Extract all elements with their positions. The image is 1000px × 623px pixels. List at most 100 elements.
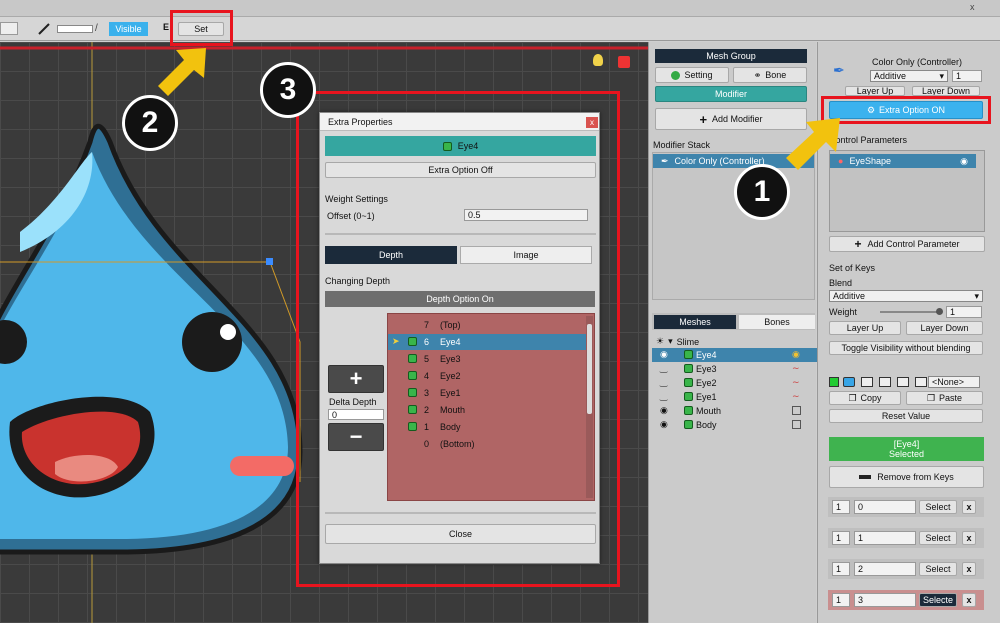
toolbar-dropdown[interactable]: [0, 22, 18, 35]
eyedropper-icon[interactable]: /: [95, 23, 105, 35]
tree-row-eye4[interactable]: ◉ Eye4 ◉: [652, 348, 828, 362]
layer-down-button[interactable]: Layer Down: [912, 86, 980, 96]
tree-root[interactable]: ☀ ▾ Slime: [656, 335, 806, 348]
bulb-icon[interactable]: [593, 54, 603, 66]
key-select-button[interactable]: Select: [919, 531, 957, 545]
tree-label: Eye2: [696, 378, 717, 388]
visible-button[interactable]: Visible: [109, 22, 148, 36]
eye-icon: ◉: [660, 405, 668, 415]
tab-bones[interactable]: Bones: [739, 315, 815, 329]
color-swatch[interactable]: [57, 25, 93, 33]
brush-icon[interactable]: [37, 22, 51, 36]
remove-from-keys-button[interactable]: Remove from Keys: [829, 466, 984, 488]
callout-2: 2: [122, 95, 178, 151]
setting-button[interactable]: Setting: [655, 67, 729, 83]
weight-field[interactable]: 1: [946, 306, 982, 318]
paste-button[interactable]: ❐ Paste: [906, 391, 983, 405]
setting-icon: [671, 70, 681, 80]
modifier-label: Modifier: [714, 89, 747, 99]
key-delete-button[interactable]: x: [962, 531, 976, 545]
highlight-set-button: [170, 10, 233, 46]
brush-icon-small: ✒: [661, 155, 669, 166]
radio-icon[interactable]: [861, 377, 873, 387]
eye-icon: ◉: [960, 155, 968, 166]
eye-icon: ◉: [660, 349, 668, 359]
stack-item-label: Color Only (Controller): [674, 156, 765, 166]
param-item[interactable]: ● EyeShape ◉: [830, 154, 976, 168]
tree-row-eye3[interactable]: ‿ Eye3 ∼: [652, 362, 828, 376]
status-icon: ◉: [792, 349, 800, 359]
radio-icon[interactable]: [843, 377, 855, 387]
modifier-button[interactable]: Modifier: [655, 86, 807, 102]
tree-label: Body: [696, 420, 717, 430]
key-value-field[interactable]: 0: [854, 500, 916, 514]
highlight-dialog: [296, 91, 620, 587]
key-index-field[interactable]: 1: [832, 500, 850, 514]
tree-label: Eye3: [696, 364, 717, 374]
key-delete-button[interactable]: x: [962, 562, 976, 576]
key-index-field[interactable]: 1: [832, 531, 850, 545]
weight-slider-thumb[interactable]: [936, 308, 943, 315]
radio-icon[interactable]: [897, 377, 909, 387]
bone-button[interactable]: ⚭ Bone: [733, 67, 807, 83]
layer-field[interactable]: 1: [952, 70, 982, 82]
mesh-group-header: Mesh Group: [655, 49, 807, 63]
callout-1: 1: [734, 164, 790, 220]
key-delete-button[interactable]: x: [962, 593, 976, 607]
tab-meshes[interactable]: Meshes: [654, 315, 736, 329]
key-select-button[interactable]: Selecte: [919, 593, 957, 607]
chevron-down-icon: ▾: [974, 290, 979, 301]
tree-row-eye1[interactable]: ‿ Eye1 ∼: [652, 390, 828, 404]
bone-icon: ⚭: [753, 69, 762, 80]
blend-value: Additive: [833, 291, 866, 301]
tree-row-mouth[interactable]: ◉ Mouth: [652, 404, 828, 418]
window-close-icon[interactable]: x: [970, 2, 982, 14]
tree-label: Mouth: [696, 406, 722, 416]
weight-slider[interactable]: [880, 308, 943, 315]
checkbox-icon[interactable]: [792, 420, 801, 429]
key-layer-down-button[interactable]: Layer Down: [906, 321, 983, 335]
setting-label: Setting: [684, 70, 713, 80]
blend-select[interactable]: Additive ▾: [829, 290, 983, 302]
key-value-field[interactable]: 1: [854, 531, 916, 545]
radio-icon[interactable]: [915, 377, 927, 387]
add-control-param-button[interactable]: + Add Control Parameter: [829, 236, 985, 252]
color-toggle-row: [829, 376, 929, 388]
key-row: 1 2 Select x: [828, 559, 984, 579]
toggle-visibility-button[interactable]: Toggle Visibility without blending: [829, 341, 983, 355]
blend-mode-select[interactable]: Additive ▾: [870, 70, 948, 82]
key-select-button[interactable]: Select: [919, 500, 957, 514]
eye-closed-icon: ‿: [660, 377, 668, 387]
key-layer-up-button[interactable]: Layer Up: [829, 321, 901, 335]
layer-up-button[interactable]: Layer Up: [845, 86, 905, 96]
checkbox-icon[interactable]: [792, 406, 801, 415]
gear-icon[interactable]: [618, 56, 630, 68]
tree-row-eye2[interactable]: ‿ Eye2 ∼: [652, 376, 828, 390]
key-index-field[interactable]: 1: [832, 562, 850, 576]
eye-closed-icon: ‿: [660, 391, 668, 401]
key-value-field[interactable]: 2: [854, 562, 916, 576]
radio-icon[interactable]: [879, 377, 891, 387]
param-label: EyeShape: [849, 156, 891, 166]
key-index-field[interactable]: 1: [832, 593, 850, 607]
status-icon: ∼: [792, 391, 800, 401]
key-delete-button[interactable]: x: [962, 500, 976, 514]
toolbar: [0, 17, 1000, 41]
highlight-extra-option: [821, 96, 991, 124]
key-value-field[interactable]: 3: [854, 593, 916, 607]
status-icon: ∼: [792, 363, 800, 373]
paste-label: Paste: [939, 393, 963, 403]
arrow-to-set-button: [158, 48, 206, 96]
reset-value-button[interactable]: Reset Value: [829, 409, 983, 423]
eye-icon: ◉: [660, 419, 668, 429]
root-label: Slime: [676, 336, 700, 347]
none-select[interactable]: <None>: [928, 376, 980, 388]
mesh-icon: [684, 364, 693, 373]
none-value: <None>: [932, 377, 965, 387]
arrow-to-extra-option: [786, 118, 840, 170]
key-select-button[interactable]: Select: [919, 562, 957, 576]
selected-banner: [Eye4] Selected: [829, 437, 984, 461]
tree-row-body[interactable]: ◉ Body: [652, 418, 828, 432]
color-swatch-icon[interactable]: [829, 377, 839, 387]
copy-button[interactable]: ❐ Copy: [829, 391, 901, 405]
